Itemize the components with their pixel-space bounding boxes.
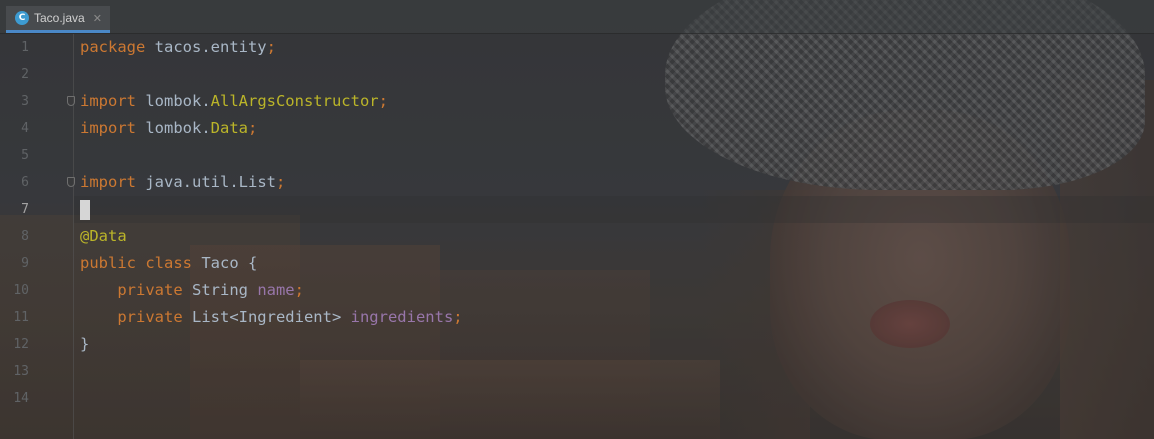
line-number: 1 <box>21 40 29 55</box>
code-line-8: @Data <box>80 227 127 245</box>
code-line-3: import lombok.AllArgsConstructor; <box>80 92 388 110</box>
text-caret <box>80 200 90 220</box>
tab-label: Taco.java <box>34 11 85 25</box>
line-number: 10 <box>13 283 29 298</box>
code-line-10: private String name; <box>117 281 304 299</box>
close-icon[interactable]: ✕ <box>93 12 102 25</box>
code-line-6: import java.util.List; <box>80 173 286 191</box>
line-number: 2 <box>21 67 29 82</box>
line-number: 14 <box>13 391 29 406</box>
line-number: 11 <box>13 310 29 325</box>
line-number: 13 <box>13 364 29 379</box>
line-number: 8 <box>21 229 29 244</box>
code-editor[interactable]: package tacos.entity; import lombok.AllA… <box>74 34 1154 439</box>
ide-window: C Taco.java ✕ 1 2 3 4 5 6 7 8 9 10 11 12… <box>0 0 1154 439</box>
line-number: 9 <box>21 256 29 271</box>
code-line-4: import lombok.Data; <box>80 119 258 137</box>
line-number: 6 <box>21 175 29 190</box>
line-number: 3 <box>21 94 29 109</box>
current-line-highlight <box>74 196 1154 223</box>
line-number-gutter[interactable]: 1 2 3 4 5 6 7 8 9 10 11 12 13 14 <box>0 34 75 439</box>
code-line-12: } <box>80 335 90 353</box>
code-line-11: private List<Ingredient> ingredients; <box>117 308 463 326</box>
code-line-9: public class Taco { <box>80 254 258 272</box>
editor-tab-bar: C Taco.java ✕ <box>0 0 1154 34</box>
tab-taco-java[interactable]: C Taco.java ✕ <box>6 6 110 33</box>
code-line-1: package tacos.entity; <box>80 38 276 56</box>
line-number: 5 <box>21 148 29 163</box>
line-number: 4 <box>21 121 29 136</box>
line-number-current: 7 <box>21 202 29 217</box>
line-number: 12 <box>13 337 29 352</box>
java-class-icon: C <box>15 11 29 25</box>
